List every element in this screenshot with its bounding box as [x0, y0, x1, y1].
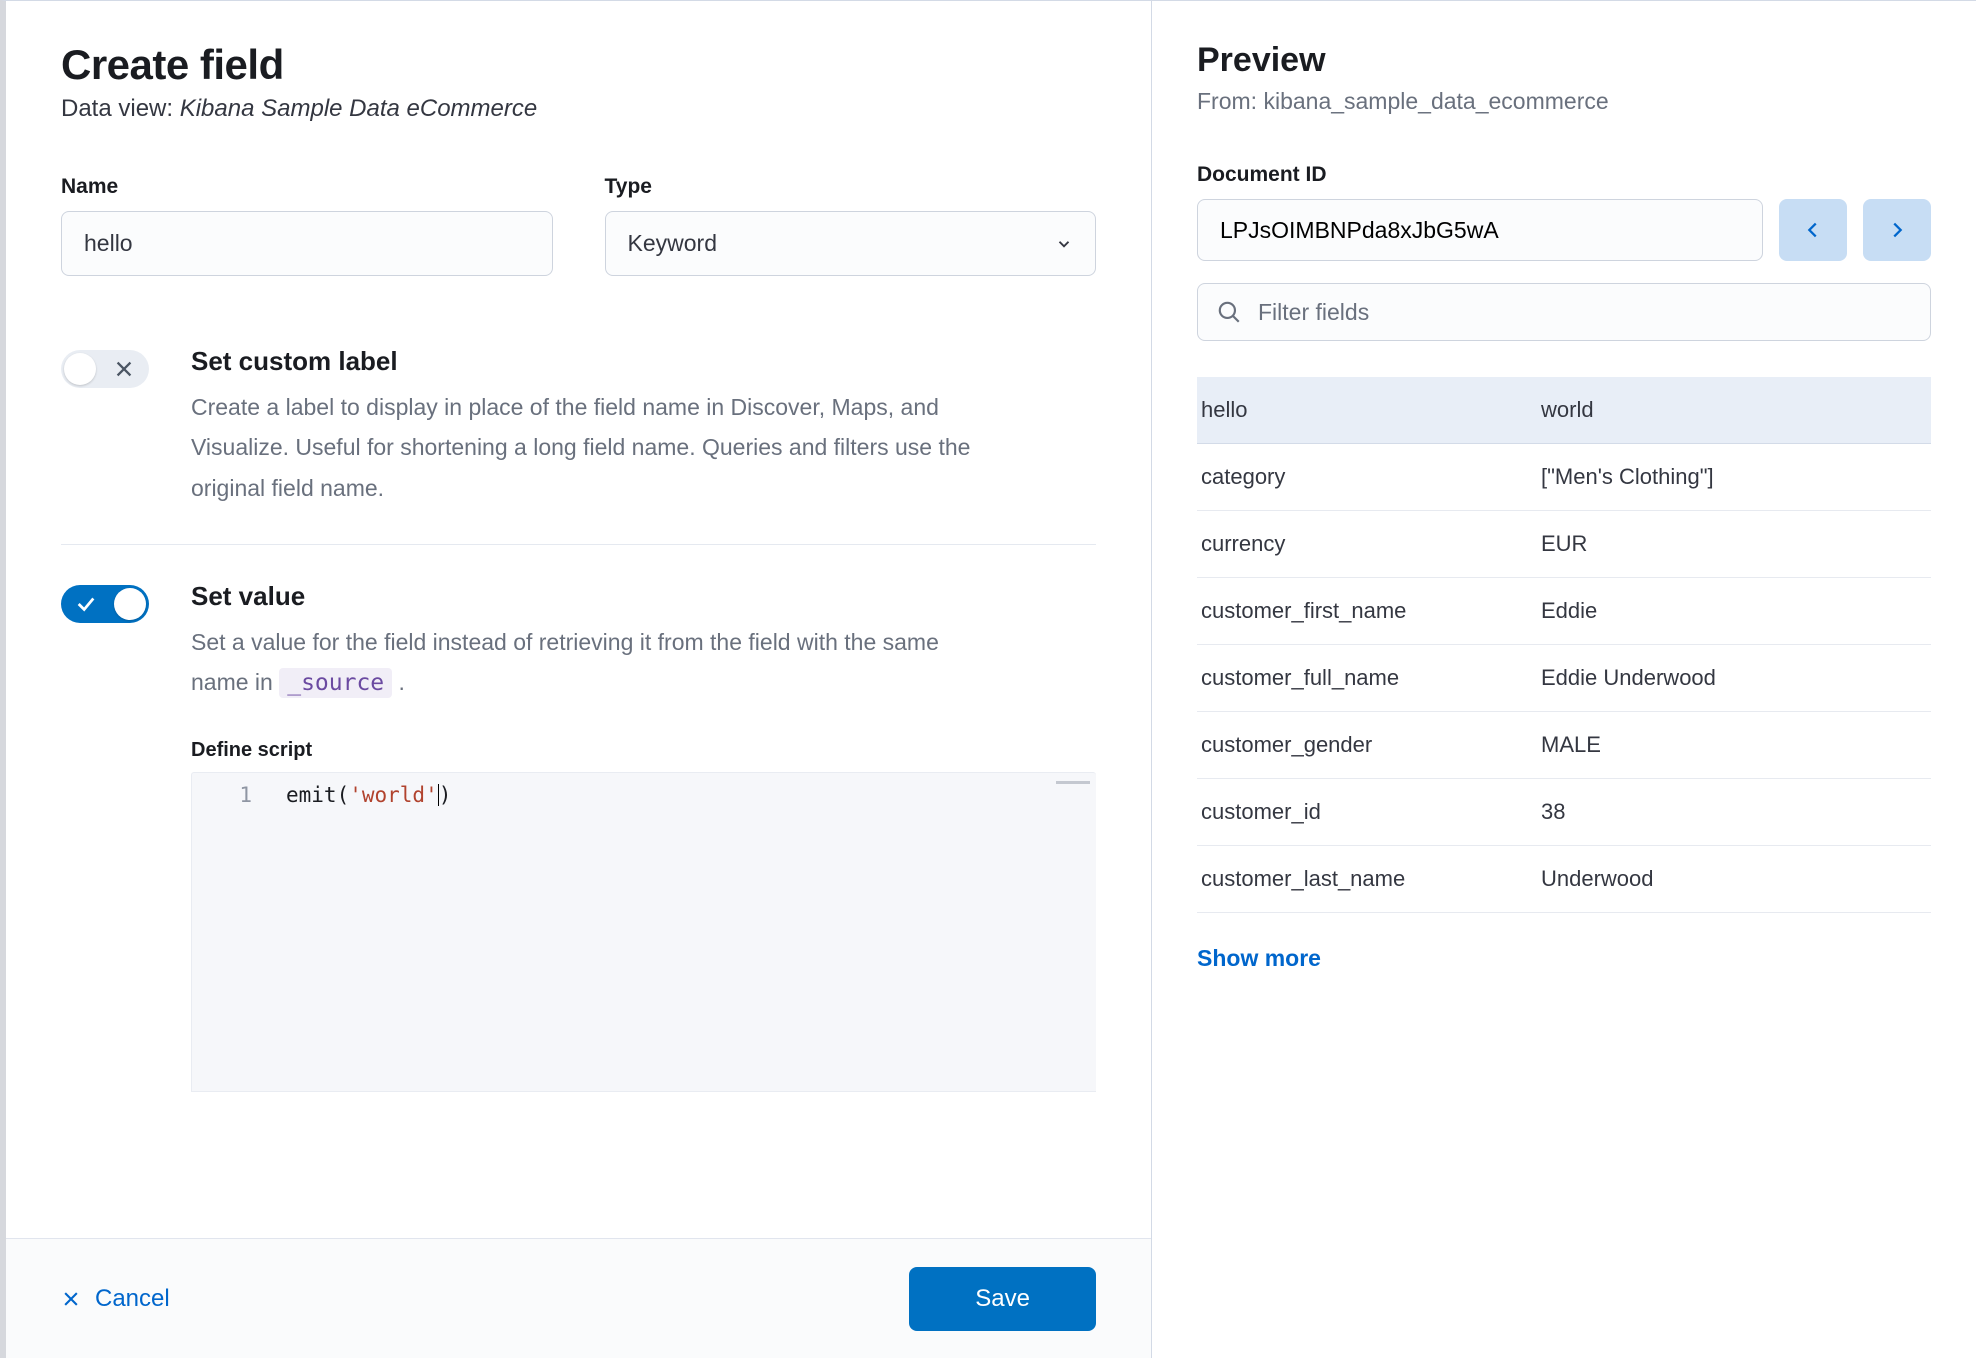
name-input[interactable]	[61, 211, 553, 276]
type-select[interactable]: Keyword	[605, 211, 1097, 276]
table-row: customer_full_nameEddie Underwood	[1197, 645, 1931, 712]
set-value-desc: Set a value for the field instead of ret…	[191, 622, 991, 704]
table-row: currencyEUR	[1197, 511, 1931, 578]
document-id-input[interactable]	[1197, 199, 1763, 261]
preview-title: Preview	[1197, 41, 1931, 80]
type-value: Keyword	[628, 230, 717, 257]
field-value: 38	[1541, 799, 1927, 825]
table-row: category["Men's Clothing"]	[1197, 444, 1931, 511]
header-key: hello	[1201, 397, 1541, 423]
field-name: customer_full_name	[1201, 665, 1541, 691]
field-name: customer_last_name	[1201, 866, 1541, 892]
field-value: ["Men's Clothing"]	[1541, 464, 1927, 490]
table-row: customer_genderMALE	[1197, 712, 1931, 779]
field-name: currency	[1201, 531, 1541, 557]
filter-fields-input[interactable]: Filter fields	[1197, 283, 1931, 341]
field-name: customer_id	[1201, 799, 1541, 825]
preview-table: hello world category["Men's Clothing"]cu…	[1197, 377, 1931, 913]
field-value: MALE	[1541, 732, 1927, 758]
custom-label-toggle[interactable]	[61, 350, 149, 388]
page-title: Create field	[61, 41, 1096, 89]
check-icon	[75, 593, 97, 615]
code-line: emit('world')	[272, 773, 451, 1091]
set-value-desc-post: .	[392, 669, 405, 695]
prev-document-button[interactable]	[1779, 199, 1847, 261]
filter-placeholder: Filter fields	[1258, 299, 1369, 326]
custom-label-title: Set custom label	[191, 346, 991, 377]
chevron-down-icon	[1055, 235, 1073, 253]
field-name: category	[1201, 464, 1541, 490]
next-document-button[interactable]	[1863, 199, 1931, 261]
chevron-left-icon	[1802, 219, 1824, 241]
custom-label-desc: Create a label to display in place of th…	[191, 387, 991, 508]
field-value: Eddie	[1541, 598, 1927, 624]
script-editor[interactable]: 1 emit('world')	[191, 772, 1096, 1092]
set-value-title: Set value	[191, 581, 1096, 612]
field-value: Eddie Underwood	[1541, 665, 1927, 691]
field-value: Underwood	[1541, 866, 1927, 892]
field-value: EUR	[1541, 531, 1927, 557]
field-name: customer_gender	[1201, 732, 1541, 758]
table-row: customer_first_nameEddie	[1197, 578, 1931, 645]
field-name: customer_first_name	[1201, 598, 1541, 624]
search-icon	[1216, 299, 1242, 325]
show-more-button[interactable]: Show more	[1197, 945, 1321, 972]
close-icon	[113, 358, 135, 380]
script-label: Define script	[191, 739, 1096, 762]
dataview-subtitle: Data view: Kibana Sample Data eCommerce	[61, 95, 1096, 123]
cancel-label: Cancel	[95, 1285, 170, 1313]
document-id-label: Document ID	[1197, 163, 1931, 187]
chevron-right-icon	[1886, 219, 1908, 241]
source-code-token: _source	[279, 668, 392, 698]
line-number: 1	[192, 783, 252, 807]
minimap-icon	[1056, 781, 1090, 784]
close-icon	[61, 1289, 81, 1309]
table-row: customer_id38	[1197, 779, 1931, 846]
type-label: Type	[605, 175, 1097, 199]
header-value: world	[1541, 397, 1927, 423]
dataview-name: Kibana Sample Data eCommerce	[180, 95, 538, 122]
table-row: customer_last_nameUnderwood	[1197, 846, 1931, 913]
cancel-button[interactable]: Cancel	[61, 1285, 170, 1313]
preview-from: From: kibana_sample_data_ecommerce	[1197, 88, 1931, 115]
name-label: Name	[61, 175, 553, 199]
set-value-toggle[interactable]	[61, 585, 149, 623]
dataview-prefix: Data view:	[61, 95, 180, 122]
table-header: hello world	[1197, 377, 1931, 444]
save-button[interactable]: Save	[909, 1267, 1096, 1331]
